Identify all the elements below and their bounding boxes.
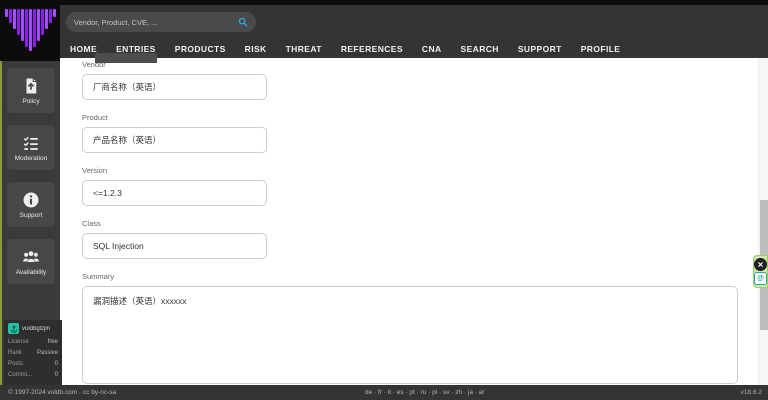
class-label: Class bbox=[82, 219, 101, 228]
nav-item-references[interactable]: REFERENCES bbox=[341, 44, 403, 54]
user-stat-rank: Rank Passive bbox=[8, 348, 58, 359]
stat-value: 0 bbox=[54, 361, 58, 367]
user-identity[interactable]: vuldbglzjin bbox=[8, 323, 58, 334]
sidebar-label-policy: Policy bbox=[22, 97, 40, 105]
people-group-icon bbox=[23, 250, 39, 263]
stat-value: 0 bbox=[54, 372, 58, 378]
vendor-label: Vendor bbox=[82, 60, 106, 69]
vertical-scrollbar[interactable] bbox=[758, 58, 768, 385]
main-nav: HOME ENTRIES PRODUCTS RISK THREAT REFERE… bbox=[70, 39, 620, 58]
stat-label: License bbox=[8, 339, 29, 345]
document-upload-icon bbox=[26, 78, 37, 93]
language-links[interactable]: de · fr · it · es · pt · ru · pl · sv · … bbox=[365, 389, 485, 396]
nav-item-home[interactable]: HOME bbox=[70, 44, 97, 54]
top-header: HOME ENTRIES PRODUCTS RISK THREAT REFERE… bbox=[0, 0, 768, 63]
sidebar-label-moderation: Moderation bbox=[14, 154, 48, 162]
sidebar-item-moderation[interactable]: Moderation bbox=[7, 125, 55, 170]
nav-item-products[interactable]: PRODUCTS bbox=[175, 44, 226, 54]
stat-value: Passive bbox=[36, 350, 58, 356]
sidebar-label-support: Support bbox=[19, 211, 43, 219]
product-label: Product bbox=[82, 113, 108, 122]
nav-item-cna[interactable]: CNA bbox=[422, 44, 442, 54]
entry-form-panel: Vendor Product Version Class Summary 漏洞描… bbox=[62, 58, 758, 385]
sidebar-item-policy[interactable]: Policy bbox=[7, 68, 55, 113]
sidebar-item-support[interactable]: Support bbox=[7, 182, 55, 227]
stat-label: Posts bbox=[8, 361, 24, 367]
nav-item-risk[interactable]: RISK bbox=[245, 44, 267, 54]
vuldb-app: HOME ENTRIES PRODUCTS RISK THREAT REFERE… bbox=[0, 0, 768, 400]
sidebar-label-availability: Availability bbox=[15, 268, 47, 276]
search-input[interactable] bbox=[74, 17, 238, 27]
stat-value: free bbox=[47, 339, 58, 345]
close-icon bbox=[758, 262, 763, 267]
info-circle-icon bbox=[23, 192, 39, 207]
username: vuldbglzjin bbox=[22, 325, 51, 332]
nav-item-entries[interactable]: ENTRIES bbox=[116, 44, 156, 54]
version-label: Version bbox=[82, 166, 108, 175]
global-search[interactable] bbox=[66, 12, 256, 32]
stat-label: Commi... bbox=[8, 372, 32, 378]
search-icon[interactable] bbox=[238, 17, 248, 27]
product-field[interactable] bbox=[82, 127, 267, 153]
user-stat-posts: Posts 0 bbox=[8, 359, 58, 370]
copyright-text: © 1997-2024 vuldb.com · cc by-nc-sa bbox=[8, 389, 117, 396]
widget-app-button[interactable]: @ bbox=[754, 272, 767, 285]
version-field[interactable] bbox=[82, 180, 267, 206]
widget-app-icon: @ bbox=[757, 275, 764, 282]
vulnerability-entry-form: Vendor Product Version Class Summary 漏洞描… bbox=[62, 58, 758, 384]
user-avatar bbox=[8, 323, 19, 334]
anchor-icon bbox=[10, 325, 17, 333]
summary-field[interactable]: 漏洞描述（英语）xxxxxx bbox=[82, 286, 738, 384]
vendor-field[interactable] bbox=[82, 74, 267, 100]
widget-close-button[interactable] bbox=[754, 258, 767, 271]
vuldb-logo-icon bbox=[4, 9, 56, 51]
class-field[interactable] bbox=[82, 233, 267, 259]
nav-item-support[interactable]: SUPPORT bbox=[518, 44, 562, 54]
user-stat-commits: Commi... 0 bbox=[8, 370, 58, 381]
left-sidebar: Policy Moderation Support Availability v… bbox=[0, 58, 62, 385]
version-text: v18.6.2 bbox=[740, 389, 762, 396]
nav-item-threat[interactable]: THREAT bbox=[286, 44, 322, 54]
user-stat-license: License free bbox=[8, 337, 58, 348]
user-panel: vuldbglzjin License free Rank Passive Po… bbox=[4, 320, 62, 385]
stat-label: Rank bbox=[8, 350, 23, 356]
sidebar-item-availability[interactable]: Availability bbox=[7, 239, 55, 284]
nav-item-search[interactable]: SEARCH bbox=[461, 44, 499, 54]
browser-extension-widget: @ bbox=[753, 255, 768, 288]
summary-label: Summary bbox=[82, 272, 115, 281]
vuldb-logo[interactable] bbox=[0, 0, 60, 61]
nav-item-profile[interactable]: PROFILE bbox=[581, 44, 621, 54]
checklist-icon bbox=[23, 136, 38, 150]
footer-bar: © 1997-2024 vuldb.com · cc by-nc-sa de ·… bbox=[0, 385, 768, 400]
